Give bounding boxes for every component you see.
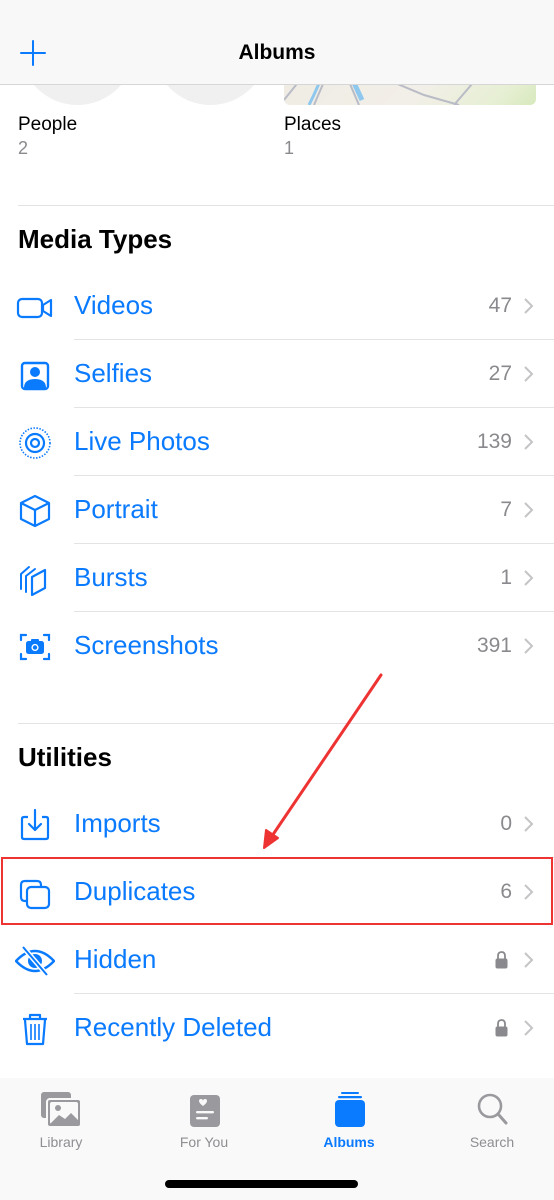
magnifier-icon bbox=[477, 1093, 508, 1125]
item-count: 139 bbox=[476, 430, 512, 453]
tab-label: Library bbox=[39, 1134, 83, 1150]
photo-library-icon bbox=[41, 1092, 82, 1128]
lock-icon bbox=[495, 951, 508, 969]
duplicate-squares-icon bbox=[19, 879, 51, 910]
screenshot-camera-icon bbox=[19, 633, 51, 661]
item-count: 47 bbox=[488, 294, 512, 317]
list-item-hidden[interactable]: Hidden bbox=[0, 926, 554, 994]
chevron-right-icon bbox=[524, 638, 534, 654]
item-label: Screenshots bbox=[74, 630, 219, 660]
item-count: 1 bbox=[500, 566, 512, 589]
tab-label: Search bbox=[469, 1134, 515, 1150]
item-count: 391 bbox=[476, 634, 512, 657]
chevron-right-icon bbox=[524, 298, 534, 314]
item-count: 0 bbox=[500, 812, 512, 835]
cube-icon bbox=[19, 494, 51, 528]
navigation-bar: Albums bbox=[0, 0, 554, 85]
chevron-right-icon bbox=[524, 884, 534, 900]
item-label: Hidden bbox=[74, 944, 157, 974]
live-photo-icon bbox=[19, 427, 51, 459]
import-tray-icon bbox=[20, 808, 50, 841]
section-divider bbox=[18, 723, 554, 724]
tab-albums[interactable]: Albums bbox=[289, 1078, 409, 1158]
item-count: 27 bbox=[488, 362, 512, 385]
bursts-icon bbox=[20, 566, 47, 596]
album-label-people[interactable]: People bbox=[18, 114, 77, 136]
item-count: 7 bbox=[500, 498, 512, 521]
section-title-media-types: Media Types bbox=[18, 224, 173, 254]
list-item-screenshots[interactable]: Screenshots 391 bbox=[0, 612, 554, 680]
album-count-places: 1 bbox=[284, 138, 295, 158]
list-item-duplicates[interactable]: Duplicates 6 bbox=[0, 858, 554, 926]
item-label: Duplicates bbox=[74, 876, 196, 906]
list-item-imports[interactable]: Imports 0 bbox=[0, 790, 554, 858]
home-indicator[interactable] bbox=[165, 1180, 358, 1188]
item-label: Selfies bbox=[74, 358, 153, 388]
eye-slash-icon bbox=[15, 945, 55, 977]
list-item-portrait[interactable]: Portrait 7 bbox=[0, 476, 554, 544]
list-item-selfies[interactable]: Selfies 27 bbox=[0, 340, 554, 408]
chevron-right-icon bbox=[524, 816, 534, 832]
tab-for-you[interactable]: For You bbox=[144, 1078, 264, 1158]
list-item-live-photos[interactable]: Live Photos 139 bbox=[0, 408, 554, 476]
video-camera-icon bbox=[16, 297, 53, 319]
list-item-bursts[interactable]: Bursts 1 bbox=[0, 544, 554, 612]
trash-icon bbox=[23, 1013, 47, 1046]
chevron-right-icon bbox=[524, 952, 534, 968]
item-label: Imports bbox=[74, 808, 161, 838]
person-square-icon bbox=[20, 361, 50, 391]
list-item-videos[interactable]: Videos 47 bbox=[0, 272, 554, 340]
chevron-right-icon bbox=[524, 366, 534, 382]
page-title: Albums bbox=[238, 41, 316, 64]
for-you-icon bbox=[190, 1095, 220, 1127]
list-item-recently-deleted[interactable]: Recently Deleted bbox=[0, 994, 554, 1062]
tab-library[interactable]: Library bbox=[1, 1078, 121, 1158]
albums-stack-icon bbox=[335, 1092, 365, 1127]
chevron-right-icon bbox=[524, 434, 534, 450]
lock-icon bbox=[495, 1019, 508, 1037]
tab-label: For You bbox=[179, 1134, 229, 1150]
chevron-right-icon bbox=[524, 570, 534, 586]
chevron-right-icon bbox=[524, 1020, 534, 1036]
item-label: Live Photos bbox=[74, 426, 210, 456]
section-title-utilities: Utilities bbox=[18, 742, 112, 772]
item-label: Videos bbox=[74, 290, 154, 320]
chevron-right-icon bbox=[524, 502, 534, 518]
tab-search[interactable]: Search bbox=[432, 1078, 552, 1158]
item-label: Portrait bbox=[74, 494, 158, 524]
item-label: Recently Deleted bbox=[74, 1012, 272, 1042]
tab-label: Albums bbox=[323, 1134, 375, 1150]
item-count: 6 bbox=[500, 880, 512, 903]
item-label: Bursts bbox=[74, 562, 148, 592]
section-divider bbox=[18, 205, 554, 206]
album-label-places[interactable]: Places bbox=[284, 114, 341, 136]
album-count-people: 2 bbox=[18, 138, 29, 158]
